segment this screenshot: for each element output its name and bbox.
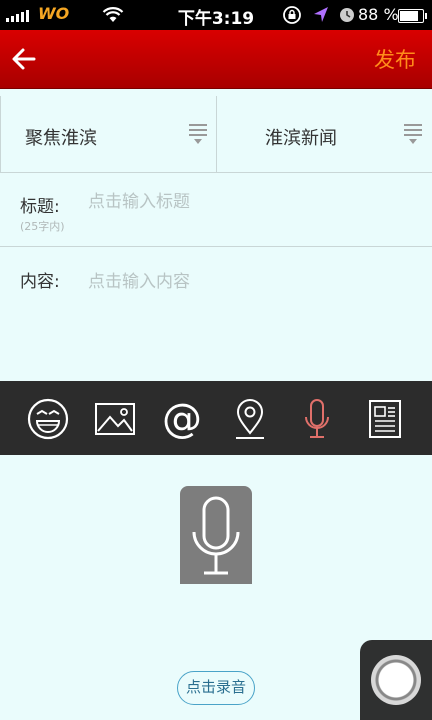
- location-arrow-icon: [314, 7, 328, 22]
- status-bar: WO 下午3:19 88 %: [0, 0, 432, 30]
- article-icon[interactable]: [363, 397, 407, 441]
- category-secondary-label: 淮滨新闻: [265, 128, 337, 149]
- publish-button[interactable]: 发布: [374, 44, 416, 74]
- emoji-icon[interactable]: [26, 397, 70, 441]
- title-input[interactable]: [88, 192, 408, 212]
- microphone-icon[interactable]: [295, 397, 339, 441]
- category-dropdown-secondary[interactable]: 淮滨新闻: [217, 96, 432, 172]
- title-label: 标题:: [20, 197, 60, 217]
- content-field-row: 内容:: [0, 247, 432, 381]
- mention-icon[interactable]: @: [160, 397, 204, 441]
- alarm-icon: [340, 8, 354, 22]
- battery-percent: 88 %: [358, 5, 399, 24]
- battery-icon: [398, 9, 427, 23]
- back-arrow-icon[interactable]: [10, 44, 40, 74]
- title-length-hint: (25字内): [20, 220, 65, 233]
- assistive-touch-button[interactable]: [360, 640, 432, 720]
- microphone-large-icon: [192, 496, 240, 575]
- image-icon[interactable]: [93, 397, 137, 441]
- content-label: 内容:: [20, 272, 60, 292]
- voice-record-area[interactable]: [180, 486, 252, 584]
- title-field-row: 标题: (25字内): [0, 172, 432, 247]
- content-input[interactable]: [88, 267, 408, 367]
- compose-toolbar: @: [0, 381, 432, 455]
- dropdown-menu-icon: [189, 124, 207, 144]
- svg-text:@: @: [162, 397, 202, 441]
- category-selector: 聚焦淮滨 淮滨新闻: [0, 96, 432, 173]
- dropdown-menu-icon: [404, 124, 422, 144]
- nav-bar: 发布: [0, 30, 432, 89]
- category-primary-label: 聚焦淮滨: [25, 128, 97, 149]
- assistive-touch-icon: [371, 655, 421, 705]
- category-dropdown-primary[interactable]: 聚焦淮滨: [0, 96, 216, 172]
- location-icon[interactable]: [228, 397, 272, 441]
- rotation-lock-icon: [283, 6, 301, 24]
- record-button[interactable]: 点击录音: [177, 671, 255, 705]
